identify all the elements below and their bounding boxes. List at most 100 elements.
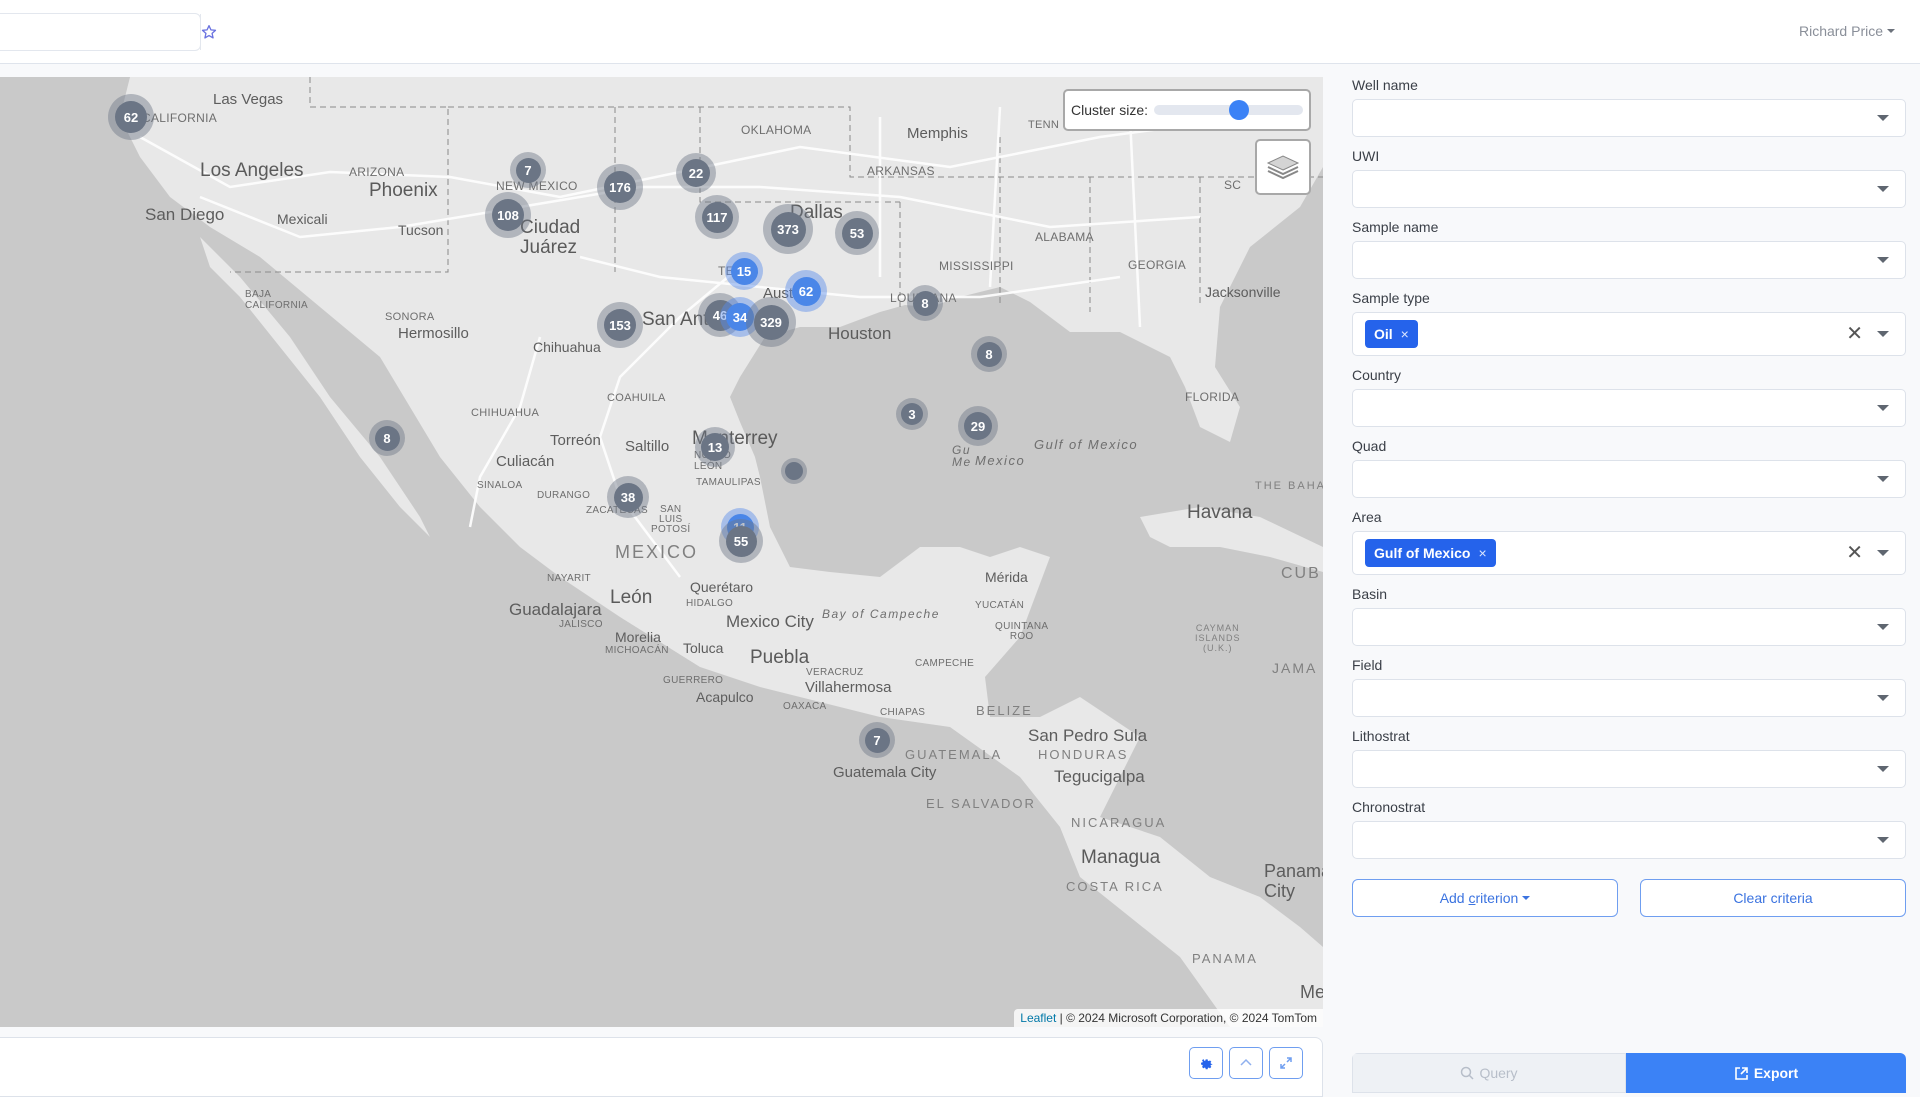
collapse-button[interactable] bbox=[1229, 1047, 1263, 1079]
export-button[interactable]: Export bbox=[1626, 1053, 1906, 1093]
field-well-name: Well name bbox=[1352, 77, 1906, 137]
favorite-button[interactable] bbox=[200, 14, 217, 50]
settings-button[interactable] bbox=[1189, 1047, 1223, 1079]
leaflet-link[interactable]: Leaflet bbox=[1020, 1011, 1056, 1025]
country-select[interactable] bbox=[1352, 389, 1906, 427]
marker-cluster[interactable]: 8 bbox=[971, 336, 1007, 372]
cluster-count: 8 bbox=[976, 341, 1002, 367]
uwi-select[interactable] bbox=[1352, 170, 1906, 208]
well-name-select[interactable] bbox=[1352, 99, 1906, 137]
marker-cluster[interactable]: 62 bbox=[108, 94, 154, 140]
dropdown-caret-icon[interactable] bbox=[1877, 115, 1889, 121]
dropdown-caret-icon[interactable] bbox=[1877, 186, 1889, 192]
dropdown-caret-icon[interactable] bbox=[1877, 550, 1889, 556]
sample-type-select[interactable]: Oil × ✕ bbox=[1352, 312, 1906, 356]
marker-cluster[interactable]: 38 bbox=[607, 476, 649, 518]
dropdown-caret-icon[interactable] bbox=[1877, 695, 1889, 701]
field-chronostrat: Chronostrat bbox=[1352, 799, 1906, 859]
cluster-count: 13 bbox=[701, 433, 729, 461]
field-label: Quad bbox=[1352, 438, 1387, 454]
action-buttons: Query Export bbox=[1352, 1053, 1906, 1093]
marker-cluster[interactable]: 15 bbox=[725, 252, 763, 290]
field-label: Basin bbox=[1352, 586, 1388, 602]
query-button[interactable]: Query bbox=[1352, 1053, 1626, 1093]
marker-cluster[interactable]: 8 bbox=[369, 420, 405, 456]
cluster-count: 62 bbox=[791, 276, 821, 306]
user-menu[interactable]: Richard Price bbox=[1799, 23, 1895, 39]
layers-button[interactable] bbox=[1255, 139, 1311, 195]
dropdown-caret-icon[interactable] bbox=[1877, 257, 1889, 263]
marker-cluster[interactable]: 176 bbox=[597, 164, 643, 210]
marker-cluster[interactable]: 53 bbox=[835, 211, 879, 255]
search-input[interactable] bbox=[0, 14, 200, 50]
marker-cluster[interactable]: 55 bbox=[719, 519, 763, 563]
field-label: Well name bbox=[1352, 77, 1418, 93]
field-label: Area bbox=[1352, 509, 1382, 525]
marker-cluster[interactable]: 7 bbox=[510, 152, 546, 188]
basin-select[interactable] bbox=[1352, 608, 1906, 646]
field-basin: Basin bbox=[1352, 586, 1906, 646]
marker-cluster[interactable]: 8 bbox=[907, 285, 943, 321]
dropdown-caret-icon[interactable] bbox=[1877, 331, 1889, 337]
clear-selection-icon[interactable]: ✕ bbox=[1846, 543, 1863, 563]
cluster-count: 8 bbox=[912, 290, 938, 316]
marker-cluster[interactable]: 7 bbox=[859, 722, 895, 758]
marker-cluster[interactable]: 29 bbox=[958, 406, 998, 446]
lithostrat-select[interactable] bbox=[1352, 750, 1906, 788]
slider-thumb[interactable] bbox=[1228, 100, 1249, 120]
cluster-count: 176 bbox=[604, 171, 636, 203]
selected-chip: Oil × bbox=[1365, 320, 1418, 348]
fullscreen-button[interactable] bbox=[1269, 1047, 1303, 1079]
marker-cluster[interactable]: 13 bbox=[695, 427, 735, 467]
field-label: Lithostrat bbox=[1352, 728, 1410, 744]
marker-cluster[interactable]: 329 bbox=[746, 297, 796, 347]
remove-chip-icon[interactable]: × bbox=[1478, 545, 1486, 561]
dropdown-caret-icon[interactable] bbox=[1877, 837, 1889, 843]
cluster-count: 108 bbox=[492, 199, 524, 231]
cluster-size-slider[interactable] bbox=[1154, 100, 1303, 120]
search-group bbox=[0, 13, 217, 51]
chronostrat-select[interactable] bbox=[1352, 821, 1906, 859]
expand-icon bbox=[1280, 1057, 1292, 1069]
cluster-count: 8 bbox=[374, 425, 400, 451]
marker-cluster[interactable]: 373 bbox=[763, 204, 813, 254]
sample-name-select[interactable] bbox=[1352, 241, 1906, 279]
cluster-count: 62 bbox=[115, 101, 147, 133]
quad-select[interactable] bbox=[1352, 460, 1906, 498]
clear-selection-icon[interactable]: ✕ bbox=[1846, 324, 1863, 344]
marker-cluster[interactable]: 3 bbox=[896, 398, 928, 430]
cluster-count: 15 bbox=[730, 257, 758, 285]
marker-cluster[interactable]: 62 bbox=[785, 270, 827, 312]
map-attribution: Leaflet | © 2024 Microsoft Corporation, … bbox=[1014, 1009, 1323, 1027]
field-label: Sample name bbox=[1352, 219, 1439, 235]
dropdown-caret-icon[interactable] bbox=[1877, 766, 1889, 772]
area-select[interactable]: Gulf of Mexico × ✕ bbox=[1352, 531, 1906, 575]
external-link-icon bbox=[1735, 1066, 1748, 1080]
marker-cluster[interactable]: 108 bbox=[485, 192, 531, 238]
add-criterion-button[interactable]: Add criterion bbox=[1352, 879, 1618, 917]
field-select[interactable] bbox=[1352, 679, 1906, 717]
marker-cluster[interactable] bbox=[781, 458, 807, 484]
dropdown-caret-icon[interactable] bbox=[1877, 476, 1889, 482]
marker-cluster[interactable]: 117 bbox=[695, 195, 739, 239]
map-bottom-toolbar bbox=[0, 1037, 1323, 1097]
cluster-size-control: Cluster size: bbox=[1063, 89, 1311, 131]
dropdown-caret-icon[interactable] bbox=[1877, 624, 1889, 630]
cluster-count: 55 bbox=[725, 525, 757, 557]
marker-cluster[interactable]: 22 bbox=[676, 153, 716, 193]
cluster-count: 3 bbox=[901, 403, 923, 425]
cluster-count: 7 bbox=[515, 157, 541, 183]
dropdown-caret-icon[interactable] bbox=[1877, 405, 1889, 411]
chip-label: Gulf of Mexico bbox=[1374, 545, 1471, 561]
land-cuba bbox=[1140, 507, 1323, 572]
field-label: Field bbox=[1352, 657, 1383, 673]
clear-criteria-button[interactable]: Clear criteria bbox=[1640, 879, 1906, 917]
map-view[interactable]: Las Vegas CALIFORNIA Los Angeles San Die… bbox=[0, 77, 1323, 1027]
selected-chip: Gulf of Mexico × bbox=[1365, 539, 1496, 567]
marker-cluster[interactable]: 153 bbox=[597, 302, 643, 348]
chevron-up-icon bbox=[1240, 1058, 1252, 1066]
cluster-count: 117 bbox=[701, 201, 733, 233]
cluster-count: 153 bbox=[604, 309, 636, 341]
field-country: Country bbox=[1352, 367, 1906, 427]
remove-chip-icon[interactable]: × bbox=[1401, 326, 1409, 342]
